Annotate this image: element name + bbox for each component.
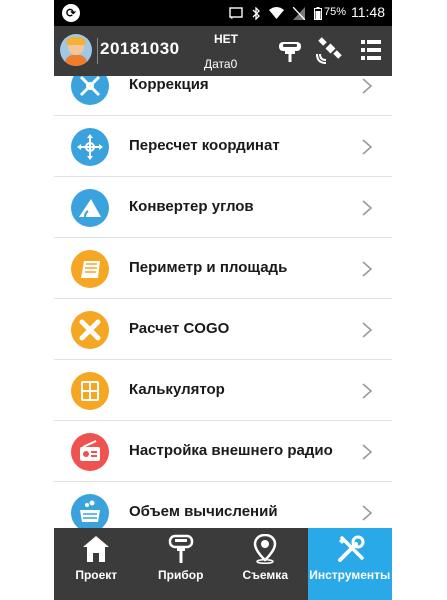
cast-icon xyxy=(229,7,243,19)
battery-level: 75% xyxy=(323,6,346,18)
angle-converter-icon xyxy=(71,189,109,227)
tool-label: Калькулятор xyxy=(129,381,225,398)
divider xyxy=(54,481,392,482)
coordinate-transform-icon xyxy=(71,128,109,166)
cogo-icon xyxy=(71,311,109,349)
clock: 11:48 xyxy=(351,4,385,20)
tool-item-correction[interactable]: Коррекция xyxy=(54,76,392,116)
tab-project[interactable]: Проект xyxy=(54,528,139,600)
divider xyxy=(54,420,392,421)
wifi-icon xyxy=(269,7,284,19)
satellite-icon[interactable] xyxy=(316,36,344,64)
tool-item-cogo[interactable]: Расчет COGO xyxy=(54,300,392,360)
divider xyxy=(54,176,392,177)
top-bar: 20181030 НЕТ Дата0 xyxy=(54,26,392,76)
chevron-right-icon xyxy=(362,78,373,94)
chevron-right-icon xyxy=(362,444,373,460)
tool-item-volume[interactable]: Объем вычислений xyxy=(54,483,392,528)
home-icon xyxy=(83,536,109,562)
tools-icon xyxy=(337,535,364,562)
tab-survey[interactable]: Съемка xyxy=(223,528,308,600)
correction-icon xyxy=(71,76,109,105)
status-bar: ⟳ 75% 11:48 xyxy=(54,0,392,26)
tab-label: Прибор xyxy=(158,568,204,582)
divider xyxy=(54,298,392,299)
status-icons xyxy=(229,5,322,21)
app-screen: ⟳ 75% 11:48 20181030 НЕТ Дата0 Коррекция… xyxy=(54,0,392,600)
tools-list[interactable]: Коррекция Пересчет координат Конвертер у… xyxy=(54,76,392,528)
tool-label: Периметр и площадь xyxy=(129,259,288,276)
tab-label: Съемка xyxy=(242,568,289,582)
volume-icon xyxy=(71,494,109,528)
battery-icon xyxy=(314,6,322,20)
sync-app-icon: ⟳ xyxy=(62,4,80,22)
tool-label: Коррекция xyxy=(129,76,209,93)
tab-tools[interactable]: Инструменты xyxy=(307,528,392,600)
chevron-right-icon xyxy=(362,261,373,277)
tab-device[interactable]: Прибор xyxy=(139,528,224,600)
chevron-right-icon xyxy=(362,322,373,338)
tool-item-external-radio[interactable]: Настройка внешнего радио xyxy=(54,422,392,482)
tool-item-angle-converter[interactable]: Конвертер углов xyxy=(54,178,392,238)
tool-item-calculator[interactable]: Калькулятор xyxy=(54,361,392,421)
project-name[interactable]: 20181030 xyxy=(100,39,180,59)
tool-label: Пересчет координат xyxy=(129,137,280,154)
perimeter-area-icon xyxy=(71,250,109,288)
calculator-icon xyxy=(71,372,109,410)
tool-label: Настройка внешнего радио xyxy=(129,442,333,459)
menu-list-icon[interactable] xyxy=(357,36,385,64)
receiver-icon xyxy=(168,534,193,563)
fix-status: НЕТ xyxy=(214,32,238,46)
bottom-nav: Проект Прибор Съемка Инструменты xyxy=(54,528,392,600)
chevron-right-icon xyxy=(362,200,373,216)
avatar[interactable] xyxy=(60,34,92,66)
tool-label: Конвертер углов xyxy=(129,198,254,215)
divider xyxy=(54,359,392,360)
location-pin-icon xyxy=(253,534,277,564)
header-divider xyxy=(97,38,98,64)
tool-label: Расчет COGO xyxy=(129,320,230,337)
radio-icon xyxy=(71,433,109,471)
tool-label: Объем вычислений xyxy=(129,503,278,520)
divider xyxy=(54,237,392,238)
divider xyxy=(54,115,392,116)
gnss-receiver-icon[interactable] xyxy=(276,36,304,64)
bluetooth-icon xyxy=(252,6,260,20)
chevron-right-icon xyxy=(362,505,373,521)
tool-item-perimeter-area[interactable]: Периметр и площадь xyxy=(54,239,392,299)
no-signal-icon xyxy=(293,6,305,20)
tab-label: Проект xyxy=(75,568,118,582)
tab-label: Инструменты xyxy=(309,568,391,582)
chevron-right-icon xyxy=(362,383,373,399)
chevron-right-icon xyxy=(362,139,373,155)
datum-name: Дата0 xyxy=(204,57,238,71)
tool-item-coordinate-transform[interactable]: Пересчет координат xyxy=(54,117,392,177)
